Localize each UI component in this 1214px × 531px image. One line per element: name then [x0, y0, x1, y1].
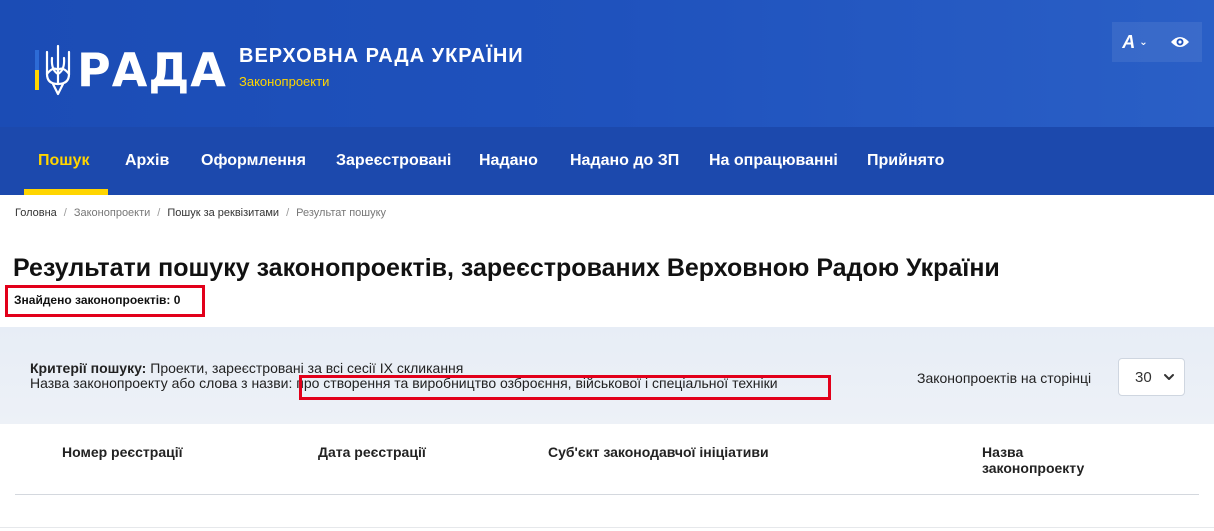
- criteria-name-label: Назва законопроекту або слова з назви:: [30, 375, 293, 391]
- active-tab-indicator: [24, 189, 108, 195]
- nav-item-archive[interactable]: Архів: [125, 127, 169, 195]
- breadcrumb-home[interactable]: Головна: [15, 207, 57, 219]
- column-header-bill-name[interactable]: Назва законопроекту: [982, 444, 1102, 476]
- criteria-value: Проекти, зареєстровані за всі сесії IX с…: [150, 360, 464, 376]
- site-title-block: ВЕРХОВНА РАДА УКРАЇНИ Законопроекти: [239, 45, 524, 89]
- nav-item-adopted[interactable]: Прийнято: [867, 127, 944, 195]
- flag-icon: [35, 50, 39, 90]
- breadcrumb-bills[interactable]: Законопроекти: [74, 207, 150, 219]
- nav-item-registered[interactable]: Зареєстровані: [336, 127, 451, 195]
- trident-icon: [45, 44, 71, 96]
- breadcrumb-search-by-details[interactable]: Пошук за реквізитами: [167, 207, 279, 219]
- eye-icon: [1171, 37, 1189, 47]
- site-header: РАДА ВЕРХОВНА РАДА УКРАЇНИ Законопроекти…: [0, 0, 1214, 127]
- per-page-value: 30: [1135, 368, 1152, 386]
- nav-item-search[interactable]: Пошук: [38, 127, 90, 195]
- search-term-highlight: [299, 375, 831, 400]
- chevron-down-icon: ⌄: [1139, 36, 1148, 48]
- breadcrumb: Головна / Законопроекти / Пошук за реквізита…: [15, 207, 387, 219]
- per-page-select[interactable]: 30: [1118, 358, 1185, 396]
- site-subtitle: Законопроекти: [239, 74, 330, 89]
- column-header-reg-date[interactable]: Дата реєстрації: [318, 444, 426, 460]
- chevron-down-icon: [1164, 374, 1174, 380]
- font-size-button[interactable]: A ⌄: [1112, 22, 1158, 62]
- font-size-label: A: [1122, 31, 1136, 52]
- accessibility-tools: A ⌄: [1112, 22, 1202, 62]
- nav-item-in-processing[interactable]: На опрацюванні: [709, 127, 838, 195]
- page-divider: [0, 527, 1214, 528]
- site-logo[interactable]: РАДА: [35, 44, 227, 96]
- site-title: ВЕРХОВНА РАДА УКРАЇНИ: [239, 45, 524, 67]
- visibility-button[interactable]: [1158, 22, 1202, 62]
- main-nav: Пошук Архів Оформлення Зареєстровані Над…: [0, 127, 1214, 195]
- page-title: Результати пошуку законопроектів, зареєс…: [13, 254, 1000, 282]
- nav-item-submitted[interactable]: Надано: [479, 127, 538, 195]
- nav-item-submitted-to-zp[interactable]: Надано до ЗП: [570, 127, 679, 195]
- per-page-label: Законопроектів на сторінці: [917, 370, 1092, 386]
- column-header-reg-number[interactable]: Номер реєстрації: [62, 444, 183, 460]
- table-divider: [15, 494, 1199, 495]
- column-header-initiator[interactable]: Суб'єкт законодавчої ініціативи: [548, 444, 769, 460]
- logo-word: РАДА: [77, 43, 227, 97]
- criteria-label: Критерії пошуку:: [30, 360, 147, 376]
- nav-item-registration-prep[interactable]: Оформлення: [201, 127, 306, 195]
- breadcrumb-current: Результат пошуку: [296, 207, 387, 219]
- results-count-highlight: [5, 285, 205, 317]
- criteria-line: Критерії пошуку: Проекти, зареєстровані …: [30, 360, 463, 376]
